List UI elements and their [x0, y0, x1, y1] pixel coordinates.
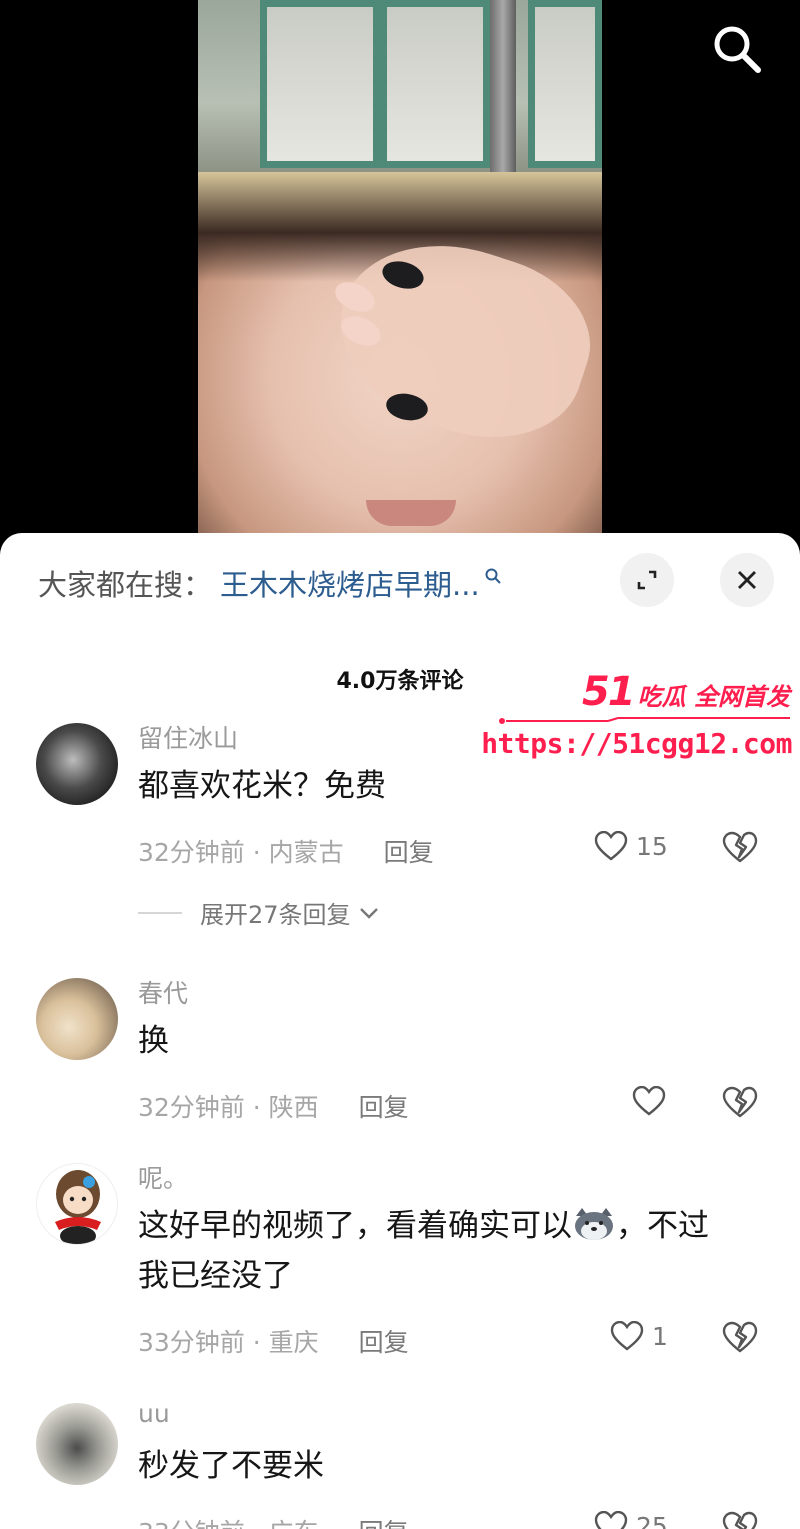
comment-meta: 33分钟前 · 广东 回复 — [138, 1513, 409, 1529]
dislike-icon[interactable] — [722, 1321, 758, 1353]
expand-icon — [637, 570, 657, 590]
husky-emoji — [572, 1206, 616, 1242]
comment-text-line2: 我已经没了 — [138, 1258, 293, 1294]
dislike-icon[interactable] — [722, 1511, 758, 1529]
dislike-icon[interactable] — [722, 831, 758, 863]
search-suggestion[interactable]: 大家都在搜： 王木木烧烤店早期... — [38, 563, 502, 603]
watermark-logo: 51 吃瓜 全网首发 — [581, 669, 790, 715]
like-count: 1 — [652, 1321, 668, 1351]
like-button[interactable]: 25 — [594, 1511, 668, 1529]
like-button[interactable]: 15 — [594, 831, 668, 861]
comment-meta: 32分钟前 · 陕西 回复 — [138, 1088, 409, 1124]
avatar[interactable] — [36, 1163, 118, 1245]
comment-time-location: 33分钟前 · 重庆 — [138, 1328, 319, 1357]
search-icon — [485, 568, 501, 584]
avatar[interactable] — [36, 723, 118, 805]
expand-replies[interactable]: 展开27条回复 — [138, 895, 381, 930]
watermark-divider — [499, 717, 790, 724]
avatar[interactable] — [36, 1403, 118, 1485]
comment-username[interactable]: 春代 — [138, 974, 188, 1010]
suggestion-term[interactable]: 王木木烧烤店早期... — [220, 562, 480, 604]
comment-text: 都喜欢花米？免费 — [138, 768, 386, 804]
avatar[interactable] — [36, 978, 118, 1060]
screen: 大家都在搜： 王木木烧烤店早期... 4.0万条评论 51 吃瓜 全网首发 ht… — [0, 0, 800, 1529]
comment-text: 换 — [138, 1023, 169, 1059]
comment-time-location: 32分钟前 · 陕西 — [138, 1093, 319, 1122]
search-icon[interactable] — [706, 18, 766, 78]
like-button[interactable] — [632, 1086, 666, 1116]
close-button[interactable] — [720, 553, 774, 607]
heart-icon — [632, 1086, 666, 1116]
comment-sheet: 大家都在搜： 王木木烧烤店早期... 4.0万条评论 51 吃瓜 全网首发 ht… — [0, 533, 800, 1529]
video-background — [198, 0, 602, 172]
comment-username[interactable]: 呢。 — [138, 1159, 188, 1195]
expand-button[interactable] — [620, 553, 674, 607]
reply-button[interactable]: 回复 — [359, 1323, 409, 1359]
chevron-down-icon — [359, 907, 378, 919]
heart-icon — [610, 1321, 644, 1351]
reply-button[interactable]: 回复 — [359, 1088, 409, 1124]
comment-text-line1: 这好早的视频了，看着确实可以 ，不过 — [138, 1206, 709, 1244]
reply-button[interactable]: 回复 — [359, 1513, 409, 1529]
reply-button[interactable]: 回复 — [384, 833, 434, 869]
watermark-url: https://51cgg12.com — [481, 727, 792, 760]
like-count: 25 — [636, 1511, 668, 1529]
comment-meta: 33分钟前 · 重庆 回复 — [138, 1323, 409, 1359]
comment-text: 秒发了不要米 — [138, 1448, 324, 1484]
close-icon — [738, 571, 756, 589]
penguin-avatar-icon — [55, 1170, 101, 1244]
comment-username[interactable]: 留住冰山 — [138, 719, 238, 755]
video-player[interactable] — [198, 0, 602, 545]
suggestion-label: 大家都在搜： — [38, 568, 213, 602]
like-count: 15 — [636, 831, 668, 861]
like-button[interactable]: 1 — [610, 1321, 668, 1351]
watermark: 51 吃瓜 全网首发 https://51cgg12.com — [481, 669, 798, 769]
comment-username[interactable]: uu — [138, 1399, 170, 1428]
heart-icon — [594, 1511, 628, 1529]
heart-icon — [594, 831, 628, 861]
comment-time-location: 33分钟前 · 广东 — [138, 1513, 319, 1529]
comment-meta: 32分钟前 · 内蒙古 回复 — [138, 833, 434, 869]
comment-time-location: 32分钟前 · 内蒙古 — [138, 838, 344, 867]
expand-replies-label: 展开27条回复 — [200, 901, 351, 929]
dislike-icon[interactable] — [722, 1086, 758, 1118]
